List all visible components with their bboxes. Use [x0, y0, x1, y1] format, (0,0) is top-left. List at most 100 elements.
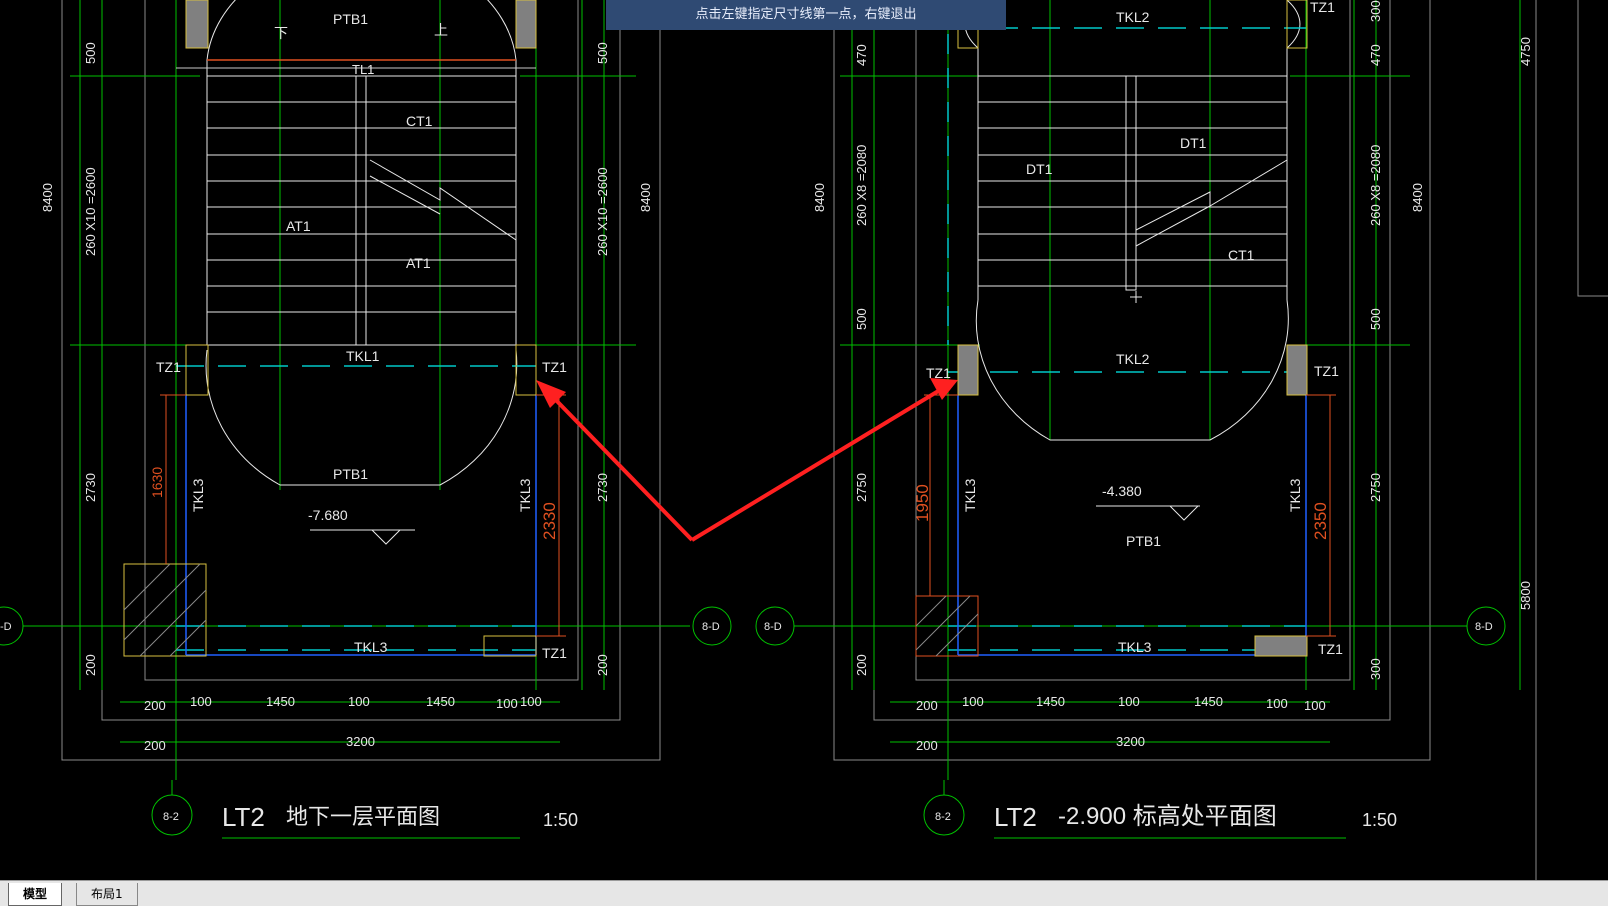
arrow-line-left	[548, 392, 694, 542]
label-tz1-bottom: TZ1	[542, 645, 567, 661]
stair-treads-right	[964, 0, 1301, 441]
dim-r-right-treads: 260 X8 =2080	[1368, 145, 1383, 226]
label-tz1-right-r: TZ1	[1314, 363, 1339, 379]
dim-r-left-treads: 260 X8 =2080	[854, 145, 869, 226]
label-dt1-left: DT1	[1026, 161, 1053, 177]
wall-blue-right	[957, 395, 1307, 656]
axis-label-8d-mid: 8-D	[764, 621, 782, 633]
label-at1-a: AT1	[286, 218, 311, 234]
dim-r-bottom-100-d: 100	[1304, 698, 1326, 713]
scale-right: 1:50	[1362, 810, 1397, 830]
dim-bottom-200-b: 200	[144, 738, 166, 753]
dim-red-2350: 2350	[1311, 502, 1330, 540]
column-top-left-a	[185, 0, 209, 49]
dim-right-500: 500	[595, 42, 610, 64]
axis-label-8d-far: 8-D	[1475, 621, 1493, 633]
layout-tab-bar: 模型 布局1	[0, 880, 1608, 906]
column-tz1-right-right	[1286, 344, 1308, 396]
dim-bottom-1450-b: 1450	[426, 694, 455, 709]
label-elev-left: -7.680	[308, 507, 348, 523]
grid-lines-left	[0, 0, 690, 780]
beam-dashes-right	[947, 0, 1306, 651]
label-ct1-left: CT1	[406, 113, 433, 129]
title-right: LT2	[994, 802, 1037, 832]
drawing-left: PTB1 下 上 TL1 CT1 AT1 AT1 TZ1 TZ1 TKL1 PT…	[0, 0, 732, 839]
dim-r-bottom-200-b: 200	[916, 738, 938, 753]
label-tz1-left-r: TZ1	[926, 365, 951, 381]
dim-r-bottom-200-a: 200	[916, 698, 938, 713]
tab-layout1[interactable]: 布局1	[76, 883, 138, 906]
dim-r-far-5800: 5800	[1518, 581, 1533, 610]
axis-label-d-left: -D	[0, 621, 12, 633]
dim-bottom-100-b: 100	[348, 694, 370, 709]
column-tz1-left-right	[957, 344, 979, 396]
column-tz1-right	[515, 344, 537, 396]
dim-left-8400: 8400	[40, 183, 55, 212]
dim-left-200: 200	[83, 654, 98, 676]
axis-label-82-right: 8-2	[935, 811, 951, 823]
dim-r-left-2750: 2750	[854, 473, 869, 502]
label-ptb1-top: PTB1	[333, 11, 368, 27]
dim-r-right-300b: 300	[1368, 658, 1383, 680]
dim-r-right-2750: 2750	[1368, 473, 1383, 502]
dim-r-bottom-100-a: 100	[962, 694, 984, 709]
label-tl1: TL1	[352, 62, 374, 77]
dim-red-2330: 2330	[540, 502, 559, 540]
beam-dashes-left	[176, 365, 536, 651]
label-tkl3-right: TKL3	[517, 478, 533, 512]
label-elev-right: -4.380	[1102, 483, 1142, 499]
label-dt1-right: DT1	[1180, 135, 1207, 151]
label-ct1-right: CT1	[1228, 247, 1255, 263]
red-dims-right	[924, 394, 1336, 637]
dim-r-bottom-1450-a: 1450	[1036, 694, 1065, 709]
label-tz1-bottom-r: TZ1	[1318, 641, 1343, 657]
dim-r-bottom-3200: 3200	[1116, 734, 1145, 749]
wall-blue-left	[185, 395, 537, 656]
cad-model-space[interactable]: PTB1 下 上 TL1 CT1 AT1 AT1 TZ1 TZ1 TKL1 PT…	[0, 0, 1608, 880]
label-tkl2-mid: TKL2	[1116, 351, 1150, 367]
command-prompt-tooltip: 点击左键指定尺寸线第一点，右键退出	[606, 0, 1006, 30]
label-tz1-top: TZ1	[1310, 0, 1335, 15]
cad-drawing[interactable]: PTB1 下 上 TL1 CT1 AT1 AT1 TZ1 TZ1 TKL1 PT…	[0, 0, 1608, 880]
elevation-symbol-right	[1096, 505, 1200, 521]
elevation-symbol-left	[310, 529, 415, 545]
dim-r-right-470: 470	[1368, 44, 1383, 66]
tab-model[interactable]: 模型	[8, 883, 63, 906]
dim-bottom-100-d: 100	[520, 694, 542, 709]
dim-r-left-200: 200	[854, 654, 869, 676]
label-tkl3-right-r: TKL3	[1287, 478, 1303, 512]
dim-left-2730: 2730	[83, 473, 98, 502]
label-tkl2-top: TKL2	[1116, 9, 1150, 25]
dim-r-far-4750: 4750	[1518, 37, 1533, 66]
dim-r-left-470: 470	[854, 44, 869, 66]
dim-bottom-3200: 3200	[346, 734, 375, 749]
hatch-lines-left	[123, 563, 207, 657]
dim-right-2730: 2730	[595, 473, 610, 502]
dim-right-200: 200	[595, 654, 610, 676]
label-ptb1-bottom: PTB1	[333, 466, 368, 482]
title-left: LT2	[222, 802, 265, 832]
column-top-left-b	[515, 0, 537, 49]
axis-label-8d-right: 8-D	[702, 621, 720, 633]
dim-bottom-1450-a: 1450	[266, 694, 295, 709]
label-down: 下	[274, 25, 288, 41]
dim-red-1950: 1950	[913, 484, 932, 522]
column-tz1-left	[185, 344, 209, 396]
column-tz1-bottom	[483, 635, 537, 657]
scale-left: 1:50	[543, 810, 578, 830]
arrow-line-right	[690, 388, 942, 542]
column-tz1-bottom-right	[1254, 635, 1308, 657]
arrow-head-right	[930, 378, 958, 400]
dim-bottom-100-a: 100	[190, 694, 212, 709]
column-top-right-b	[1286, 0, 1308, 49]
dim-r-right-500: 500	[1368, 308, 1383, 330]
frame-lines-right	[833, 0, 1608, 880]
label-tz1-right: TZ1	[542, 359, 567, 375]
dim-r-left-8400: 8400	[812, 183, 827, 212]
dim-bottom-200-a: 200	[144, 698, 166, 713]
dim-r-bottom-1450-b: 1450	[1194, 694, 1223, 709]
label-up: 上	[434, 22, 448, 38]
subtitle-right: -2.900 标高处平面图	[1058, 803, 1277, 830]
dim-r-bottom-100-c: 100	[1266, 696, 1288, 711]
label-tkl3-bottom: TKL3	[354, 639, 388, 655]
